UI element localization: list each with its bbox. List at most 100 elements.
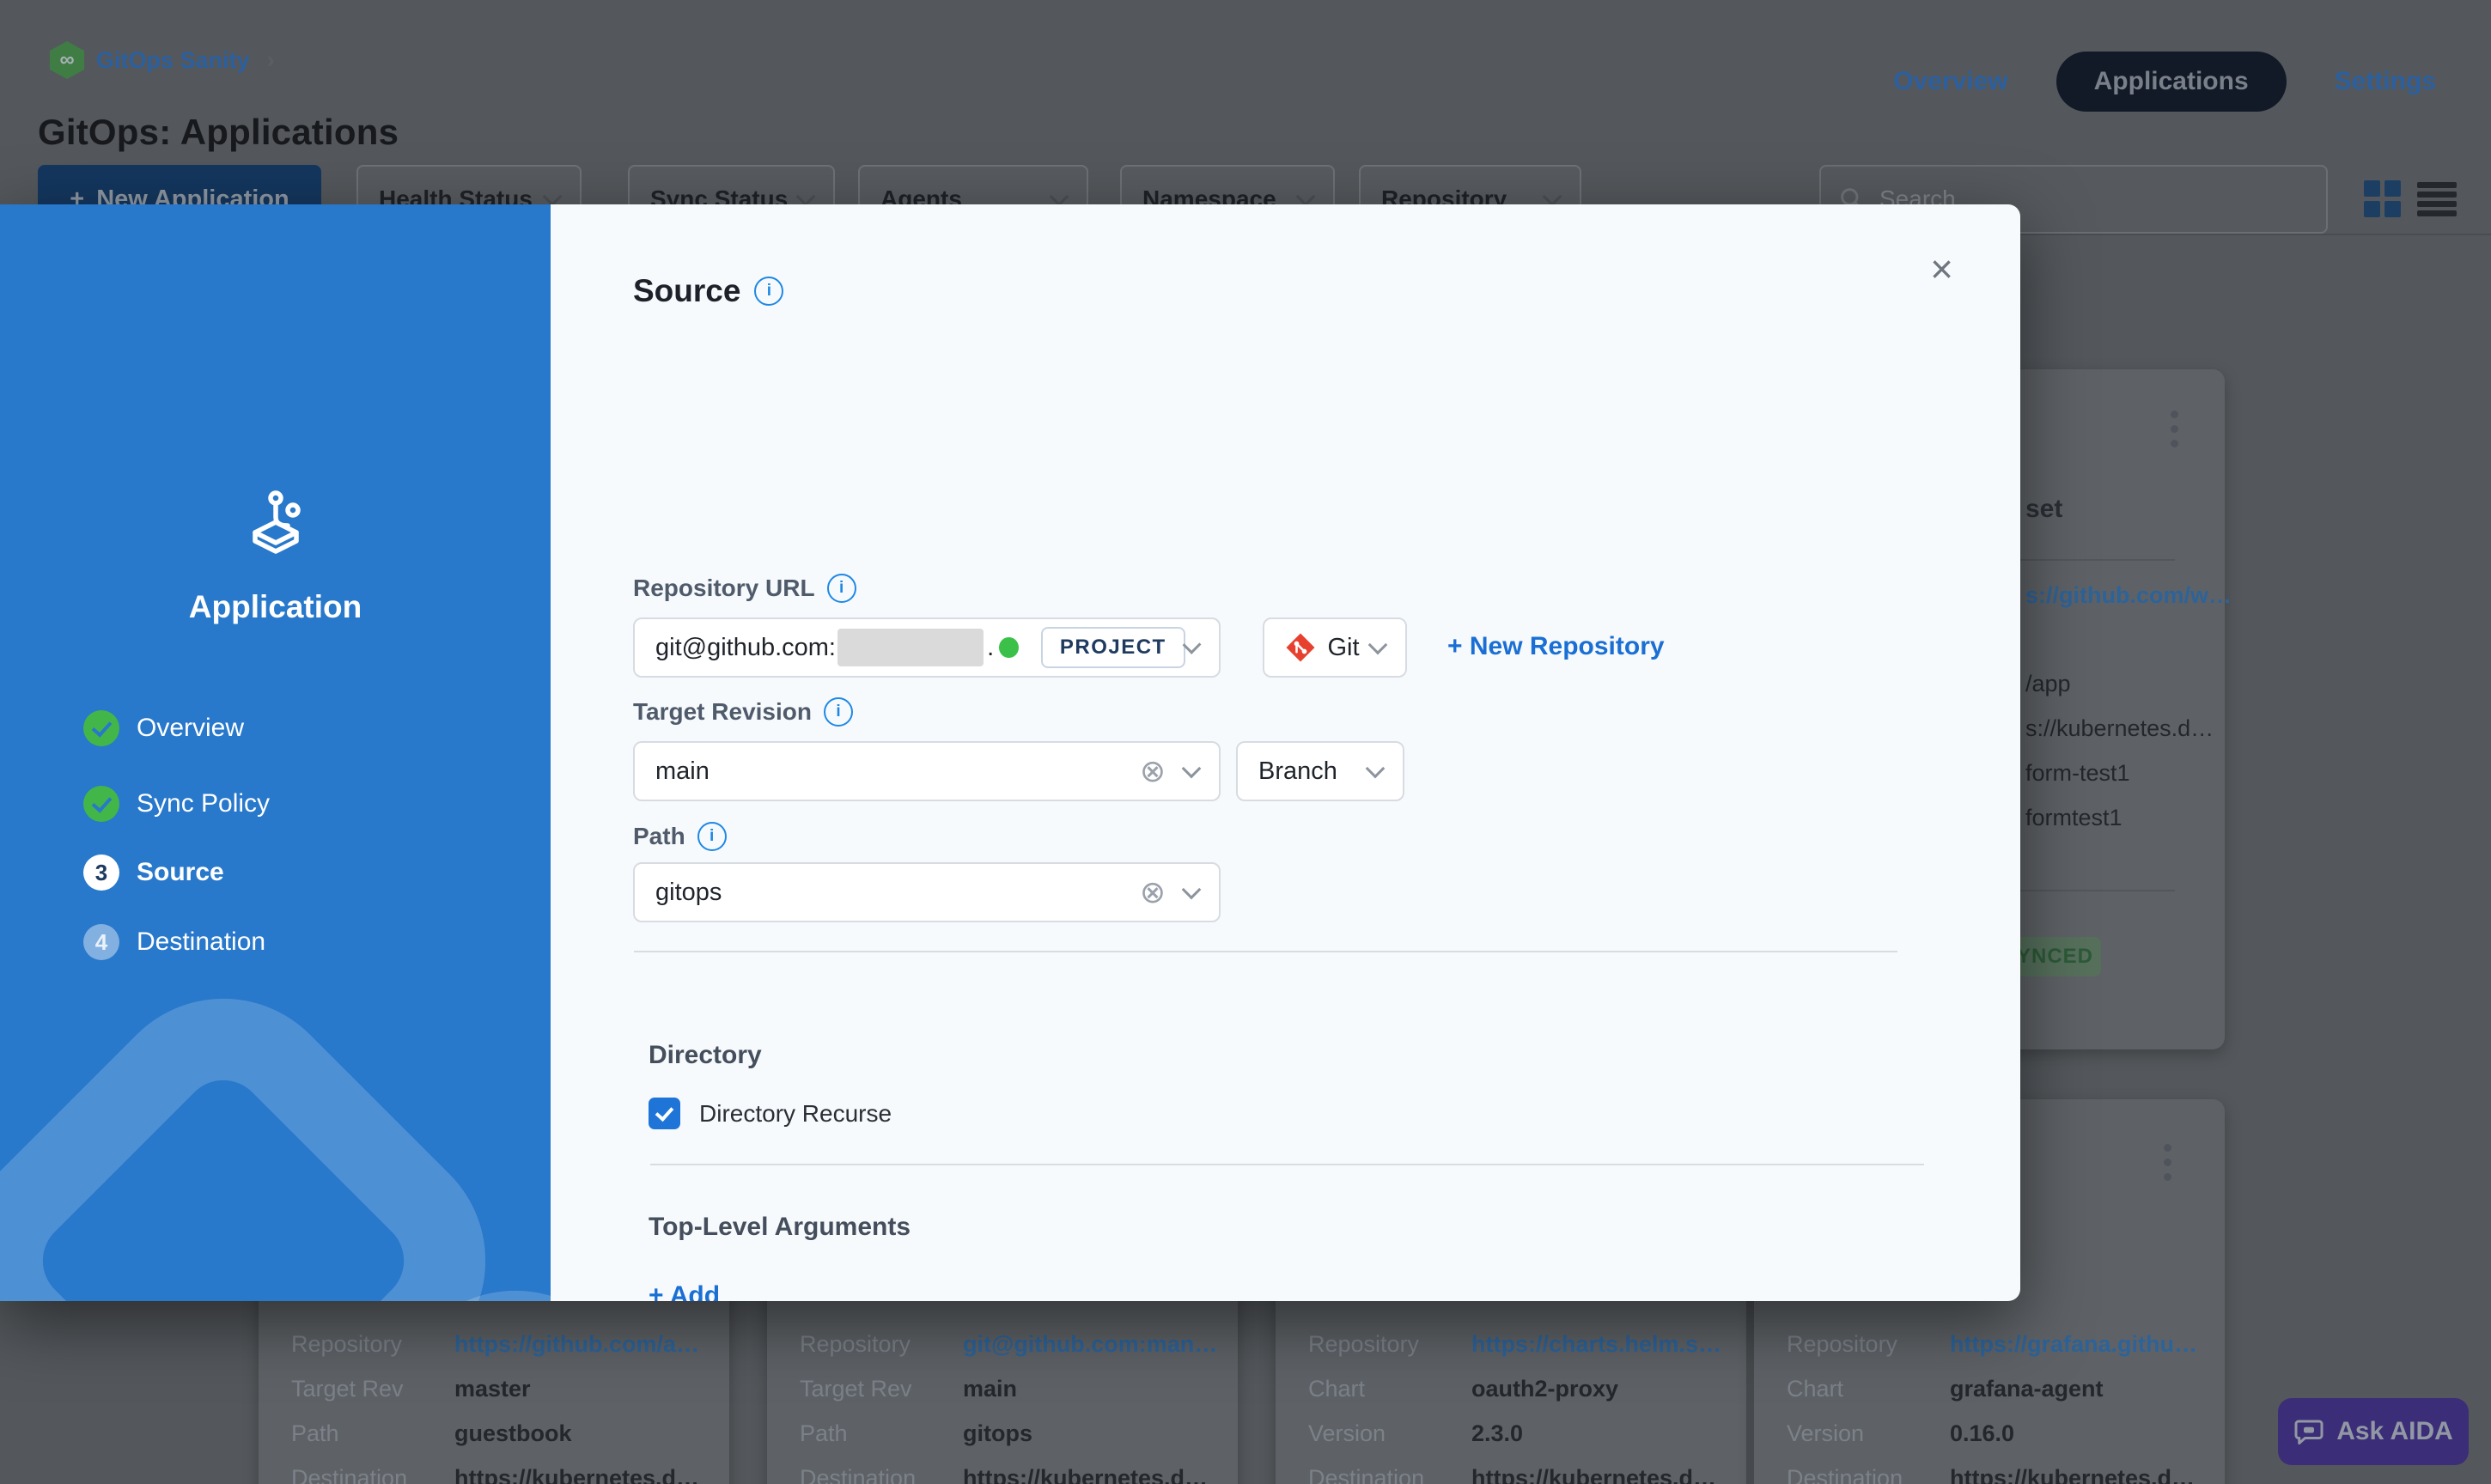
target-revision-label: Target Revision i <box>633 697 853 727</box>
chevron-down-icon <box>1296 187 1316 207</box>
tab-applications[interactable]: Applications <box>2056 52 2287 112</box>
info-icon[interactable]: i <box>697 822 727 851</box>
card-detail-value: main <box>963 1366 1017 1411</box>
info-icon[interactable]: i <box>754 277 783 306</box>
divider <box>634 951 1897 952</box>
card-detail-label: Path <box>800 1411 848 1456</box>
check-icon <box>83 710 119 746</box>
gitops-logo-icon: ∞ <box>50 41 84 79</box>
repository-url-select[interactable]: git@github.com:. PROJECT <box>633 617 1221 678</box>
new-application-modal: Application Overview Sync Policy 3 Sourc… <box>0 204 2020 1301</box>
path-input[interactable]: gitops ⊗ <box>633 862 1221 922</box>
green-status-dot <box>999 637 1019 658</box>
card-detail-value: grafana-agent <box>1950 1366 2104 1411</box>
clear-icon[interactable]: ⊗ <box>1140 874 1166 910</box>
card-detail-label: Target Rev <box>291 1366 404 1411</box>
clear-icon[interactable]: ⊗ <box>1140 753 1166 789</box>
card-detail-row: Version 0.16.0 <box>1754 1411 2225 1456</box>
grid-view-icon[interactable] <box>2364 180 2402 218</box>
add-argument-link[interactable]: + Add <box>649 1281 720 1301</box>
card-detail-label: Repository <box>1787 1322 1897 1366</box>
card-repo-link[interactable]: git@github.com:man… <box>963 1322 1217 1366</box>
application-icon <box>243 490 310 560</box>
wizard-step-source[interactable]: 3 Source <box>83 855 224 891</box>
chevron-down-icon <box>543 187 563 207</box>
card-detail-row: Destinationhttps://kubernetes.d… <box>767 1456 1238 1484</box>
tab-overview[interactable]: Overview <box>1893 67 2007 96</box>
info-icon[interactable]: i <box>824 697 853 727</box>
card-detail-row: Destinationhttps://kubernetes.d… <box>259 1456 729 1484</box>
card-detail-row: Target Rev master <box>259 1366 729 1411</box>
info-icon[interactable]: i <box>827 574 856 603</box>
redacted-text <box>837 629 984 666</box>
breadcrumb-link[interactable]: GitOps Sanity <box>96 47 250 74</box>
card-repo-link[interactable]: https://charts.helm.s… <box>1471 1322 1721 1366</box>
card-detail-value: 0.16.0 <box>1950 1411 2014 1456</box>
wizard-step-destination[interactable]: 4 Destination <box>83 924 265 960</box>
kebab-menu-icon[interactable] <box>2163 1144 2171 1181</box>
breadcrumb: ∞ GitOps Sanity › <box>50 41 275 79</box>
card-detail-label: Destination <box>1787 1456 1903 1484</box>
card-repo-link[interactable]: https://grafana.githu… <box>1950 1322 2197 1366</box>
card-detail-label: Chart <box>1787 1366 1843 1411</box>
card-detail-label: Version <box>1787 1411 1864 1456</box>
project-badge: PROJECT <box>1041 627 1185 668</box>
chat-bubble-icon <box>2293 1416 2324 1447</box>
card-repo-link[interactable]: s://github.com/w… <box>2025 582 2232 609</box>
card-detail-row: Destinationhttps://kubernetes.d… <box>1276 1456 1746 1484</box>
card-detail-row: Pathguestbook <box>259 1411 729 1456</box>
directory-recurse-label: Directory Recurse <box>699 1100 892 1128</box>
close-icon[interactable]: × <box>1930 249 1953 289</box>
card-detail-row: Chart oauth2-proxy <box>1276 1366 1746 1411</box>
divider <box>650 1164 1924 1165</box>
card-detail-label: Repository <box>1308 1322 1419 1366</box>
card-detail-value: master <box>454 1366 531 1411</box>
card-detail-row: Chart grafana-agent <box>1754 1366 2225 1411</box>
tab-settings[interactable]: Settings <box>2335 67 2436 96</box>
wizard-step-overview[interactable]: Overview <box>83 710 244 746</box>
check-icon <box>83 786 119 822</box>
repository-url-label: Repository URL i <box>633 574 856 603</box>
card-detail-row: Destination https://kubernetes.d… <box>1754 1456 2225 1484</box>
top-level-arguments-heading: Top-Level Arguments <box>649 1213 911 1242</box>
kebab-menu-icon[interactable] <box>2170 411 2178 447</box>
header-tabs: Overview Applications Settings <box>1893 52 2436 112</box>
new-repository-link[interactable]: + New Repository <box>1447 632 1665 661</box>
directory-recurse-row: Directory Recurse <box>649 1098 892 1129</box>
page-title: GitOps: Applications <box>38 112 399 153</box>
chevron-down-icon <box>1182 759 1202 779</box>
source-form: Source i × Repository URL i git@github.c… <box>551 204 2020 1301</box>
card-repo-link[interactable]: https://github.com/a… <box>454 1322 699 1366</box>
card-detail-row: Repositorygit@github.com:man… <box>767 1322 1238 1366</box>
chevron-down-icon <box>796 187 816 207</box>
target-revision-input[interactable]: main ⊗ <box>633 741 1221 801</box>
card-detail-value: oauth2-proxy <box>1471 1366 1618 1411</box>
card-detail-label: Chart <box>1308 1366 1365 1411</box>
repo-type-select[interactable]: Git <box>1263 617 1407 678</box>
revision-type-select[interactable]: Branch <box>1236 741 1404 801</box>
card-detail-value: https://kubernetes.d… <box>1471 1456 1716 1484</box>
breadcrumb-chevron-icon: › <box>267 46 275 74</box>
directory-heading: Directory <box>649 1041 762 1070</box>
card-detail-label: Repository <box>291 1322 402 1366</box>
wizard-step-sync-policy[interactable]: Sync Policy <box>83 786 270 822</box>
card-title-clipped: set <box>2025 495 2062 524</box>
card-detail-row: Repository https://charts.helm.s… <box>1276 1322 1746 1366</box>
card-value: /app <box>2025 671 2071 697</box>
card-detail-value: 2.3.0 <box>1471 1411 1523 1456</box>
card-detail-label: Version <box>1308 1411 1386 1456</box>
chevron-down-icon <box>1366 759 1386 779</box>
card-value: form-test1 <box>2025 760 2130 787</box>
wizard-sidebar: Application Overview Sync Policy 3 Sourc… <box>0 204 551 1301</box>
step-number: 4 <box>83 924 119 960</box>
chevron-down-icon <box>1543 187 1562 207</box>
screen: ∞ GitOps Sanity › GitOps: Applications O… <box>0 0 2491 1484</box>
ask-aida-button[interactable]: Ask AIDA <box>2278 1398 2469 1465</box>
card-detail-value: gitops <box>963 1411 1032 1456</box>
card-detail-row: Repository https://grafana.githu… <box>1754 1322 2225 1366</box>
list-view-icon[interactable] <box>2417 180 2457 218</box>
brand-watermark <box>0 917 551 1301</box>
directory-recurse-checkbox[interactable] <box>649 1098 680 1129</box>
card-value: formtest1 <box>2025 805 2123 831</box>
card-detail-value: https://kubernetes.d… <box>1950 1456 2195 1484</box>
